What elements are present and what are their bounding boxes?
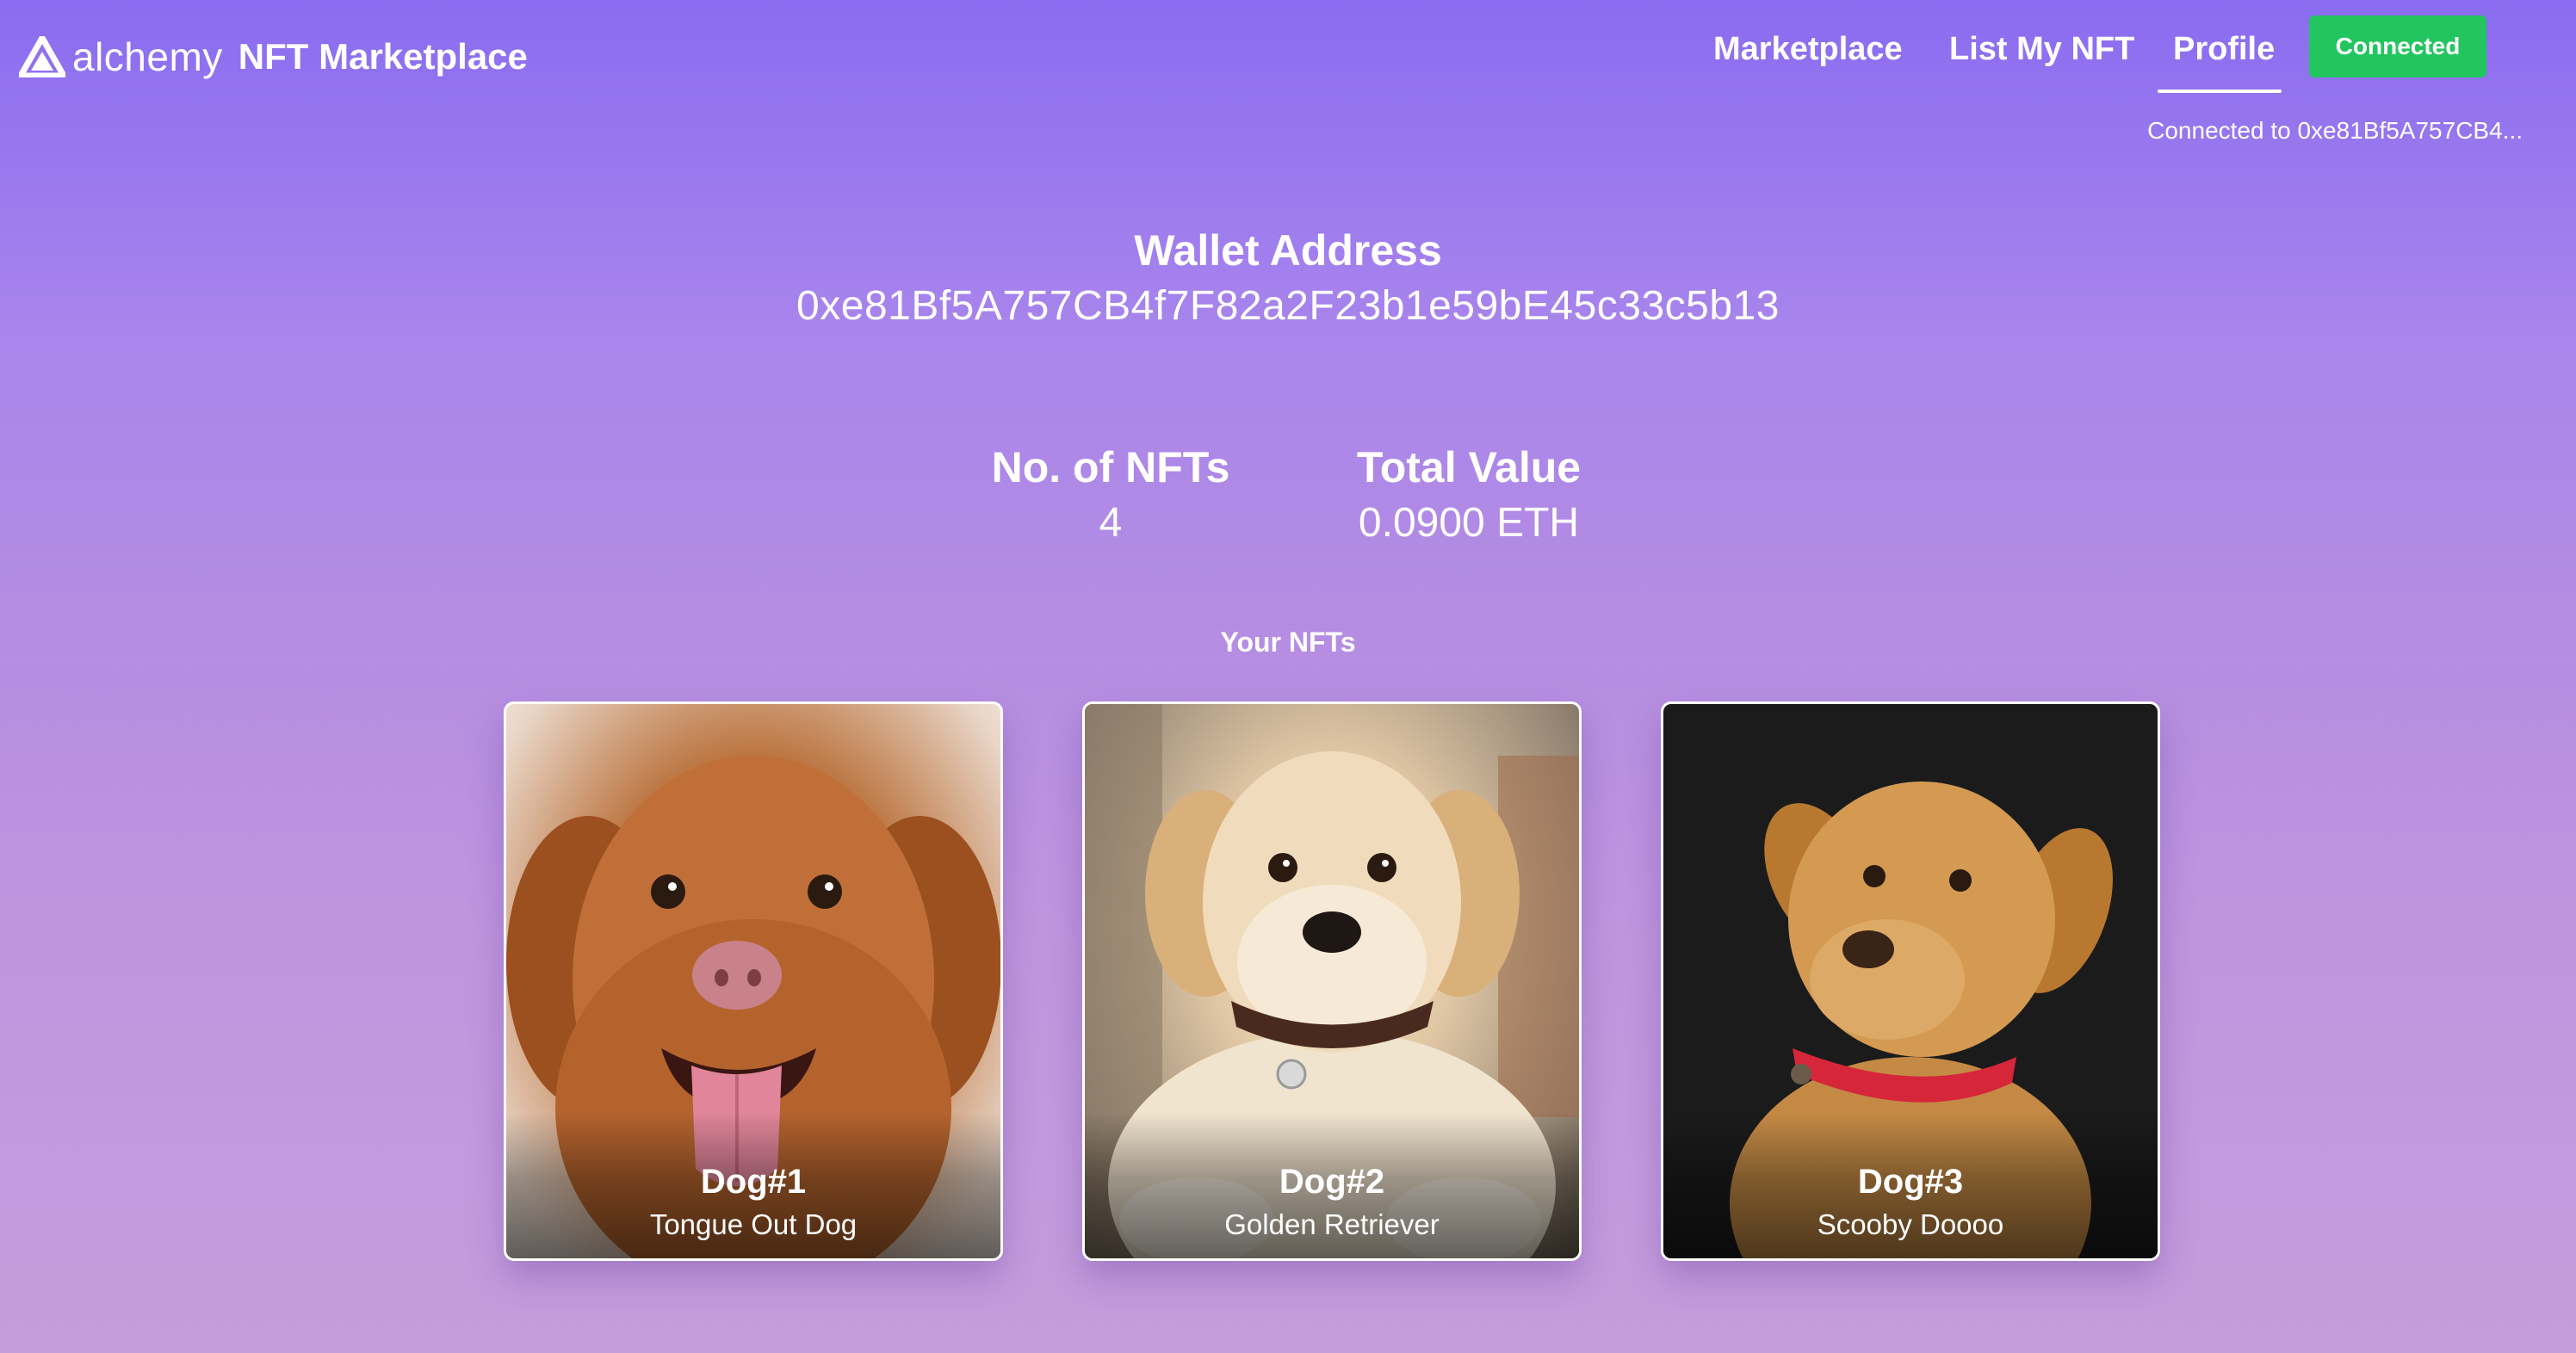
wallet-address-value: 0xe81Bf5A757CB4f7F82a2F23b1e59bE45c33c5b… xyxy=(796,283,1780,329)
nft-card-grid: Dog#1 Tongue Out Dog Dog#2 Golden Retrie… xyxy=(0,701,2576,1261)
nft-card-name: Dog#2 xyxy=(1279,1163,1385,1201)
nft-count-label: No. of NFTs xyxy=(991,443,1230,491)
brand[interactable]: alchemy NFT Marketplace xyxy=(19,31,528,83)
navbar: alchemy NFT Marketplace Marketplace List… xyxy=(0,0,2576,144)
total-value-amount: 0.0900 ETH xyxy=(1358,500,1580,546)
total-value-label: Total Value xyxy=(1356,443,1582,491)
total-value-stat: Total Value 0.0900 ETH xyxy=(1297,439,1641,551)
nft-count-stat: No. of NFTs 4 xyxy=(938,439,1283,551)
nft-card-description: Tongue Out Dog xyxy=(649,1208,858,1240)
active-nav-underline xyxy=(2158,90,2282,93)
nft-count-value: 4 xyxy=(1099,500,1123,546)
nav-link-profile[interactable]: Profile xyxy=(2173,31,2275,68)
nft-card-description: Golden Retriever xyxy=(1224,1208,1440,1240)
brand-title: NFT Marketplace xyxy=(238,36,528,77)
your-nfts-heading: Your NFTs xyxy=(1220,627,1356,658)
nft-card-name: Dog#1 xyxy=(700,1163,807,1201)
brand-word: alchemy xyxy=(72,34,223,79)
nav-link-marketplace[interactable]: Marketplace xyxy=(1713,31,1903,68)
nft-card-description: Scooby Doooo xyxy=(1817,1208,2004,1240)
connect-wallet-button[interactable]: Connected xyxy=(2309,15,2486,77)
nav-link-list-my-nft[interactable]: List My NFT xyxy=(1949,31,2134,68)
wallet-address-label: Wallet Address xyxy=(1134,226,1442,275)
alchemy-logo-icon xyxy=(19,36,65,77)
connected-address-text: Connected to 0xe81Bf5A757CB4... xyxy=(2147,117,2523,144)
nft-card[interactable]: Dog#1 Tongue Out Dog xyxy=(504,701,1003,1261)
nft-card[interactable]: Dog#2 Golden Retriever xyxy=(1082,701,1582,1261)
nft-card[interactable]: Dog#3 Scooby Doooo xyxy=(1661,701,2160,1261)
nft-card-name: Dog#3 xyxy=(1857,1163,1964,1201)
